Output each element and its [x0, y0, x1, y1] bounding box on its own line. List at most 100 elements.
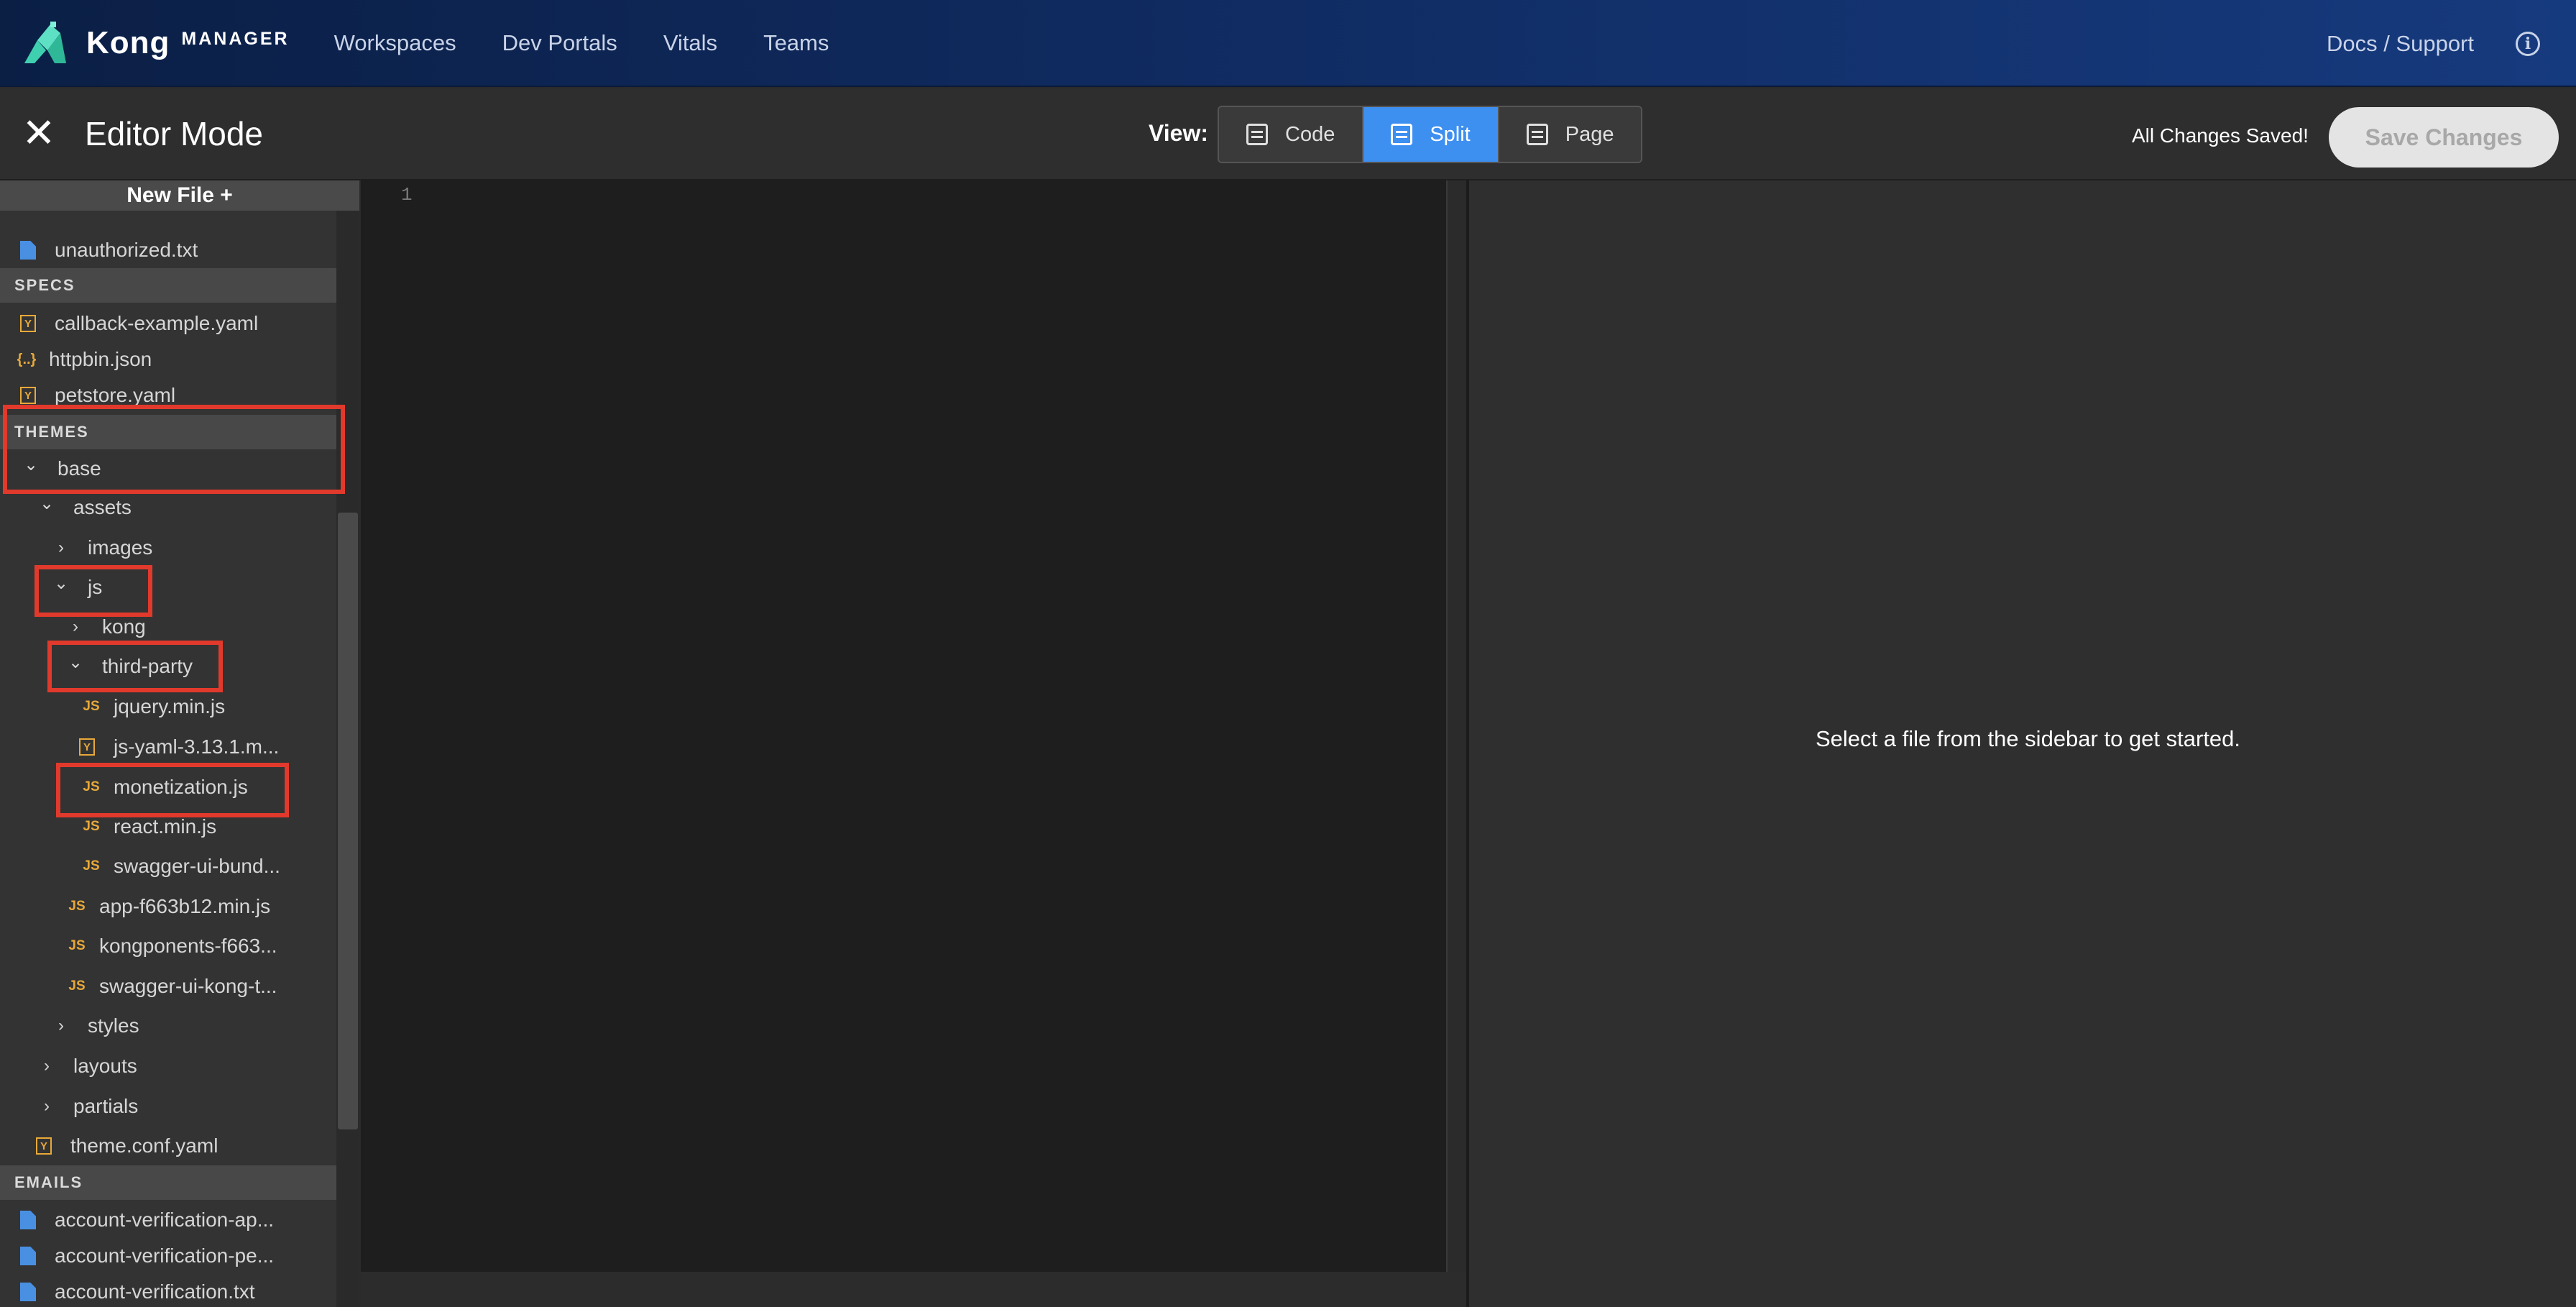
empty-state-message: Select a file from the sidebar to get st… — [1816, 726, 2241, 751]
brand[interactable]: Kong MANAGER — [22, 0, 290, 86]
tree-item-label: layouts — [73, 1055, 137, 1077]
chevron-down-icon: ⌄ — [23, 454, 39, 474]
file-monetization-js[interactable]: JS monetization.js — [79, 769, 248, 805]
folder-base[interactable]: ⌄ base — [20, 451, 101, 487]
file-react-min-js[interactable]: JS react.min.js — [79, 809, 216, 845]
nav-link-teams[interactable]: Teams — [763, 30, 829, 56]
folder-images[interactable]: › images — [50, 530, 152, 566]
tree-item-label: account-verification-pe... — [55, 1244, 275, 1267]
close-icon[interactable]: ✕ — [22, 113, 56, 153]
tree-item-label: jquery.min.js — [114, 695, 226, 717]
nav-link-dev-portals[interactable]: Dev Portals — [502, 30, 617, 56]
folder-third-party[interactable]: ⌄ third-party — [65, 648, 193, 684]
tree-item-label: theme.conf.yaml — [70, 1134, 218, 1157]
file-js-yaml-3-13-1-m[interactable]: Yjs-yaml-3.13.1.m... — [79, 729, 279, 765]
page-view-icon — [1526, 124, 1548, 145]
editor-ruler — [1446, 180, 1448, 1272]
view-page-button[interactable]: Page — [1499, 107, 1642, 162]
file-doc-icon — [20, 241, 36, 260]
folder-js[interactable]: ⌄ js — [50, 569, 102, 605]
chevron-right-icon: › — [58, 1016, 64, 1035]
chevron-right-icon: › — [58, 538, 64, 557]
save-changes-button[interactable]: Save Changes — [2329, 107, 2559, 168]
tree-item-label: swagger-ui-bund... — [114, 855, 280, 877]
nav-link-workspaces[interactable]: Workspaces — [334, 30, 456, 56]
view-split-label: Split — [1430, 122, 1471, 146]
yaml-file-icon: Y — [36, 1137, 52, 1155]
chevron-right-icon: › — [73, 617, 78, 636]
folder-styles[interactable]: › styles — [50, 1008, 139, 1044]
tree-item-label: callback-example.yaml — [55, 312, 259, 334]
json-file-icon: {..} — [17, 351, 37, 367]
kong-logo-icon — [24, 21, 66, 63]
tree-item-label: account-verification-ap... — [55, 1209, 275, 1231]
folder-kong[interactable]: › kong — [65, 609, 146, 645]
js-file-icon: JS — [83, 819, 100, 834]
tree-item-label: assets — [73, 496, 132, 518]
sidebar-scrollbar[interactable] — [338, 513, 358, 1129]
tree-item-label: app-f663b12.min.js — [99, 895, 271, 917]
file-petstore-yaml[interactable]: Ypetstore.yaml — [20, 377, 175, 413]
top-nav: Kong MANAGER Workspaces Dev Portals Vita… — [0, 0, 2576, 87]
js-file-icon: JS — [68, 978, 86, 994]
file-account-verification-ap[interactable]: account-verification-ap... — [20, 1202, 274, 1238]
nav-right: Docs / Support i — [2327, 0, 2576, 87]
tree-item-label: base — [58, 457, 101, 480]
tree-item-label: js-yaml-3.13.1.m... — [114, 735, 280, 758]
editor-horizontal-scrollbar[interactable] — [361, 1272, 1468, 1307]
editor-header: ✕ Editor Mode View: Code Split Page All … — [0, 88, 2576, 180]
save-status: All Changes Saved! — [2132, 124, 2309, 147]
folder-partials[interactable]: › partials — [36, 1088, 138, 1124]
chevron-right-icon: › — [44, 1096, 50, 1116]
tree-item-label: httpbin.json — [49, 348, 152, 370]
js-file-icon: JS — [83, 858, 100, 873]
file-account-verification-txt[interactable]: account-verification.txt — [20, 1274, 255, 1307]
js-file-icon: JS — [83, 779, 100, 794]
js-file-icon: JS — [68, 899, 86, 914]
file-swagger-ui-kong-t[interactable]: JS swagger-ui-kong-t... — [65, 968, 277, 1004]
file-app-f663b12-min-js[interactable]: JS app-f663b12.min.js — [65, 889, 270, 925]
file-swagger-ui-bund[interactable]: JS swagger-ui-bund... — [79, 848, 280, 884]
tree-item-label: kongponents-f663... — [99, 935, 277, 957]
view-code-button[interactable]: Code — [1219, 107, 1364, 162]
file-sidebar: New File + unauthorized.txt SPECS Ycallbac… — [0, 180, 359, 1307]
file-kongponents-f663[interactable]: JS kongponents-f663... — [65, 928, 277, 964]
tree-item-label: styles — [88, 1014, 139, 1037]
docs-support-link[interactable]: Docs / Support — [2327, 31, 2474, 57]
section-header-emails: EMAILS — [0, 1165, 336, 1200]
nav-links: Workspaces Dev Portals Vitals Teams — [334, 30, 875, 56]
tree-item-label: images — [88, 536, 153, 559]
split-view-icon — [1391, 124, 1413, 145]
yaml-file-icon: Y — [20, 387, 36, 404]
view-code-label: Code — [1285, 122, 1335, 146]
file-doc-icon — [20, 1211, 36, 1229]
info-icon[interactable]: i — [2516, 31, 2540, 56]
chevron-down-icon: ⌄ — [53, 573, 69, 593]
folder-assets[interactable]: ⌄ assets — [36, 490, 132, 526]
tree-item-label: monetization.js — [114, 776, 248, 798]
brand-name: Kong — [86, 24, 170, 60]
tree-item-label: partials — [73, 1095, 139, 1117]
code-view-icon — [1246, 124, 1268, 145]
tree-item-label: swagger-ui-kong-t... — [99, 975, 277, 997]
file-theme-conf-yaml[interactable]: Ytheme.conf.yaml — [36, 1128, 218, 1164]
file-account-verification-pe[interactable]: account-verification-pe... — [20, 1238, 274, 1274]
code-editor[interactable] — [361, 180, 1448, 1272]
view-split-button[interactable]: Split — [1363, 107, 1499, 162]
file-httpbin-json[interactable]: {..} httpbin.json — [14, 341, 152, 377]
js-file-icon: JS — [83, 699, 100, 714]
view-switcher: Code Split Page — [1218, 106, 1643, 163]
file-unauthorized-txt[interactable]: unauthorized.txt — [20, 232, 198, 268]
file-jquery-min-js[interactable]: JS jquery.min.js — [79, 689, 225, 725]
new-file-button[interactable]: New File + — [0, 180, 359, 211]
tree-item-label: kong — [102, 615, 146, 638]
nav-link-vitals[interactable]: Vitals — [663, 30, 717, 56]
yaml-file-icon: Y — [79, 738, 95, 756]
tree-item-label: third-party — [102, 655, 193, 677]
js-file-icon: JS — [68, 938, 86, 953]
section-header-specs: SPECS — [0, 268, 336, 303]
file-callback-example-yaml[interactable]: Ycallback-example.yaml — [20, 306, 258, 341]
tree-item-label: unauthorized.txt — [55, 239, 198, 261]
folder-layouts[interactable]: › layouts — [36, 1048, 137, 1084]
file-doc-icon — [20, 1247, 36, 1265]
